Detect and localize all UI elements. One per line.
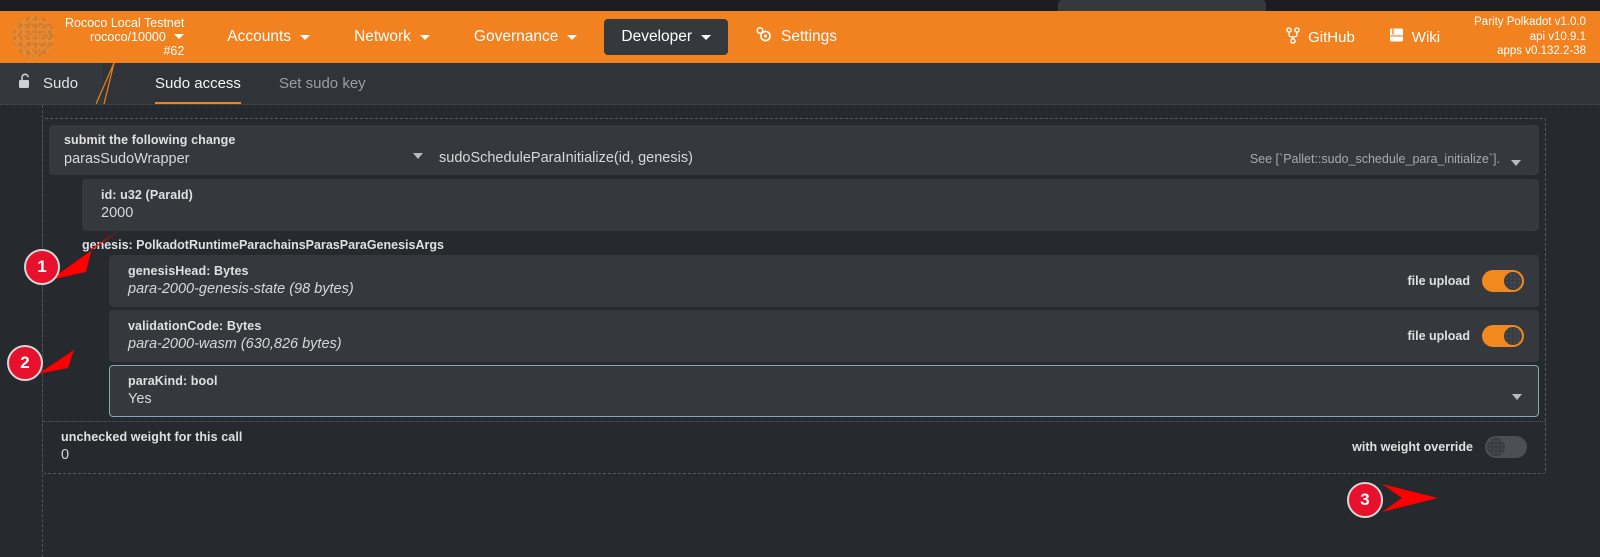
param-value: para-2000-genesis-state (98 bytes) [128, 281, 354, 297]
param-value: Yes [128, 391, 152, 407]
toggle-label: file upload [1407, 273, 1471, 288]
file-upload-toggle-validation-code[interactable]: file upload [1407, 324, 1524, 347]
nav-item-settings[interactable]: Settings [738, 17, 854, 57]
weight-override-row: unchecked weight for this call 0 with we… [43, 421, 1545, 473]
call-selector-row: submit the following change parasSudoWra… [49, 125, 1539, 175]
toggle-switch[interactable] [1482, 269, 1524, 292]
param-value: 2000 [101, 205, 134, 221]
gear-icon [755, 26, 772, 48]
param-row-validation-code[interactable]: validationCode: Bytes para-2000-wasm (63… [109, 310, 1539, 362]
nav-item-label: Settings [781, 28, 838, 45]
call-doc-link[interactable]: See [`Pallet::sudo_schedule_para_initial… [1250, 125, 1539, 175]
call-section-label: submit the following change [64, 133, 236, 147]
chevron-down-icon [413, 153, 423, 159]
chevron-down-icon [1511, 160, 1521, 166]
nav-item-developer[interactable]: Developer [604, 19, 729, 55]
version-client: Parity Polkadot v1.0.0 [1474, 16, 1586, 29]
tab-sudo-access[interactable]: Sudo access [136, 63, 260, 104]
weight-texts: unchecked weight for this call 0 [61, 430, 1352, 463]
toggle-knob [1504, 271, 1522, 290]
version-apps: apps v0.132.2-38 [1497, 45, 1586, 58]
method-select[interactable]: sudoScheduleParaInitialize(id, genesis) [437, 125, 1250, 175]
param-row-id[interactable]: id: u32 (ParaId) 2000 [82, 179, 1539, 231]
version-api: api v10.9.1 [1529, 30, 1586, 43]
weight-override-toggle[interactable]: with weight override [1352, 435, 1527, 458]
weight-label: unchecked weight for this call [61, 430, 243, 444]
param-label: id: u32 (ParaId) [101, 188, 193, 202]
chevron-down-icon [567, 34, 578, 40]
sudo-call-panel: submit the following change parasSudoWra… [42, 118, 1546, 474]
toggle-label: with weight override [1352, 439, 1473, 454]
nav-item-network[interactable]: Network [337, 19, 447, 55]
annotation-marker-2: 2 [7, 345, 43, 381]
param-row-para-kind[interactable]: paraKind: bool Yes [109, 365, 1539, 417]
chain-spec: rococo/10000 [65, 30, 185, 44]
wiki-label: Wiki [1411, 28, 1441, 46]
param-label: paraKind: bool [128, 374, 218, 388]
github-link[interactable]: GitHub [1286, 26, 1355, 48]
module-select[interactable]: submit the following change parasSudoWra… [49, 125, 437, 175]
genesis-section-label: genesis: PolkadotRuntimeParachainsParasP… [82, 238, 444, 252]
chain-name: Rococo Local Testnet [65, 16, 185, 30]
browser-tab[interactable] [1058, 0, 1266, 11]
call-doc-text: See [`Pallet::sudo_schedule_para_initial… [1249, 152, 1500, 166]
github-label: GitHub [1308, 28, 1355, 46]
top-navigation-bar: Rococo Local Testnet rococo/10000 #62 Ac… [0, 11, 1600, 63]
toggle-switch[interactable] [1482, 324, 1524, 347]
chain-spec-label: rococo/10000 [90, 30, 166, 44]
book-icon [1389, 27, 1404, 47]
breadcrumb-separator [96, 63, 136, 104]
chevron-down-icon [300, 34, 311, 40]
breadcrumb: Sudo [0, 63, 103, 104]
nav-item-accounts[interactable]: Accounts [210, 19, 327, 55]
lock-open-icon [17, 73, 32, 94]
annotation-marker-1: 1 [24, 249, 60, 285]
nav-item-label: Governance [473, 28, 559, 45]
tab-bar: Sudo Sudo access Set sudo key [0, 63, 1600, 105]
nav-item-label: Developer [621, 28, 693, 45]
toggle-knob [1487, 437, 1505, 456]
chevron-down-icon [174, 34, 185, 39]
annotation-arrow-3 [1382, 484, 1438, 512]
browser-chrome-strip [0, 0, 1600, 11]
toggle-label: file upload [1407, 328, 1471, 343]
nav-item-label: Network [354, 28, 411, 45]
chain-block-number: #62 [163, 44, 185, 58]
toggle-knob [1504, 326, 1522, 345]
breadcrumb-label: Sudo [43, 75, 79, 92]
nav-item-label: Accounts [227, 28, 292, 45]
github-fork-icon [1286, 26, 1300, 48]
param-label: validationCode: Bytes [128, 319, 262, 333]
module-value: parasSudoWrapper [64, 151, 190, 167]
chevron-down-icon [419, 34, 430, 40]
tab-set-sudo-key[interactable]: Set sudo key [260, 63, 385, 104]
annotation-marker-3: 3 [1347, 482, 1383, 518]
annotation-number: 2 [20, 353, 30, 372]
chain-logo-icon [13, 16, 55, 58]
method-value: sudoScheduleParaInitialize(id, genesis) [439, 150, 693, 166]
chevron-down-icon [701, 34, 712, 40]
version-info: Parity Polkadot v1.0.0 api v10.9.1 apps … [1474, 15, 1586, 58]
param-value: para-2000-wasm (630,826 bytes) [128, 336, 342, 352]
annotation-number: 3 [1360, 490, 1370, 509]
nav-item-governance[interactable]: Governance [457, 19, 594, 55]
param-label: genesisHead: Bytes [128, 264, 249, 278]
annotation-number: 1 [37, 257, 47, 276]
tab-label: Sudo access [155, 75, 241, 92]
annotation-arrow-2 [38, 334, 98, 374]
chevron-down-icon [1512, 394, 1522, 400]
annotation-arrow-1 [50, 230, 120, 280]
layout-guide [42, 105, 43, 557]
chain-selector[interactable]: Rococo Local Testnet rococo/10000 #62 [65, 16, 185, 58]
toggle-switch[interactable] [1485, 435, 1527, 458]
param-row-genesis-head[interactable]: genesisHead: Bytes para-2000-genesis-sta… [109, 255, 1539, 307]
file-upload-toggle-genesis-head[interactable]: file upload [1407, 269, 1524, 292]
tab-label: Set sudo key [278, 75, 366, 92]
wiki-link[interactable]: Wiki [1389, 27, 1440, 47]
weight-value: 0 [61, 447, 70, 463]
